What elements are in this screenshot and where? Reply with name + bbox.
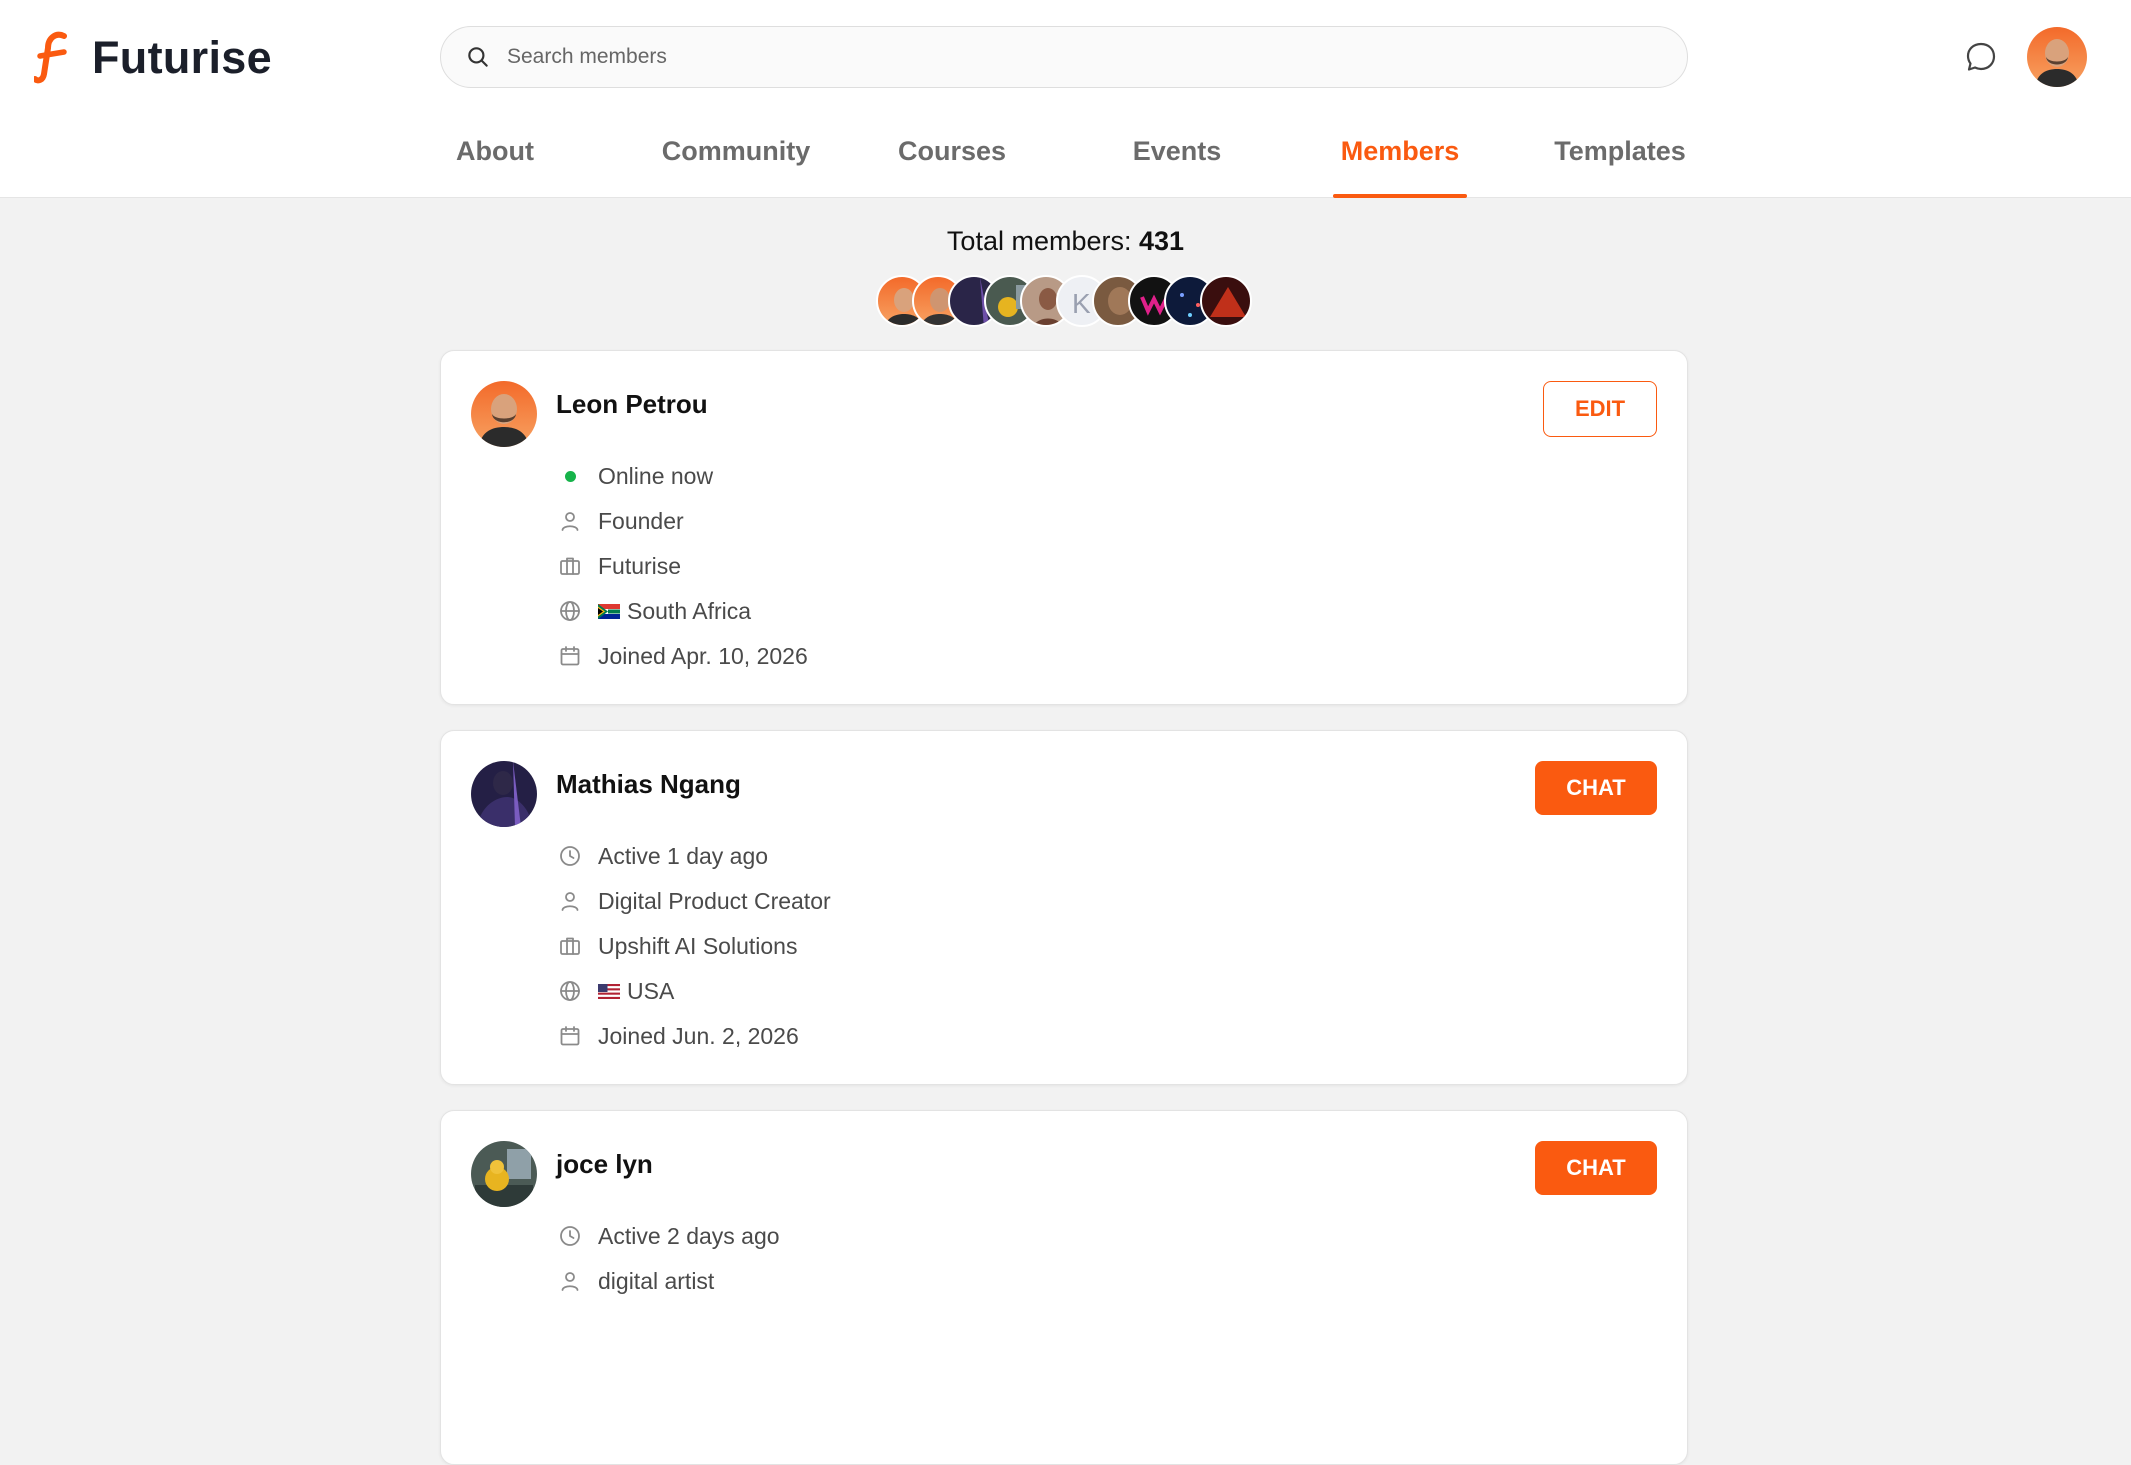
clock-icon bbox=[556, 842, 584, 870]
role-row: Digital Product Creator bbox=[556, 884, 831, 918]
joined-text: Joined Jun. 2, 2026 bbox=[598, 1022, 799, 1049]
chat-button[interactable]: CHAT bbox=[1535, 1141, 1657, 1195]
joined-row: Joined Apr. 10, 2026 bbox=[556, 639, 808, 673]
status-text: Online now bbox=[598, 462, 714, 489]
member-card: Leon Petrou EDIT Online now Founder Futu… bbox=[440, 350, 1688, 705]
role-text: digital artist bbox=[598, 1267, 715, 1294]
online-dot-icon bbox=[556, 462, 584, 490]
top-header: Futurise About Community Courses Events … bbox=[0, 0, 2131, 198]
avatar-image-icon bbox=[2027, 27, 2087, 87]
tab-label: Community bbox=[661, 136, 811, 166]
status-text: Active 1 day ago bbox=[598, 842, 769, 869]
tab-label: About bbox=[456, 136, 534, 166]
member-avatar[interactable] bbox=[471, 1141, 537, 1207]
status-row: Active 2 days ago bbox=[556, 1219, 780, 1253]
member-name[interactable]: Leon Petrou bbox=[556, 389, 708, 420]
tab-events[interactable]: Events bbox=[1124, 120, 1230, 198]
country-text: South Africa bbox=[627, 597, 752, 624]
role-text: Founder bbox=[598, 507, 684, 534]
country-text: USA bbox=[627, 977, 675, 1004]
member-avatar[interactable] bbox=[471, 381, 537, 447]
company-text: Upshift AI Solutions bbox=[598, 932, 798, 959]
main-tabs: About Community Courses Events Members T… bbox=[440, 120, 1688, 198]
total-members-label: Total members: bbox=[946, 226, 1132, 256]
tab-community[interactable]: Community bbox=[648, 120, 824, 198]
company-text: Futurise bbox=[598, 552, 682, 579]
search-input[interactable] bbox=[507, 45, 1607, 69]
member-avatar[interactable] bbox=[471, 761, 537, 827]
company-row: Upshift AI Solutions bbox=[556, 929, 797, 963]
stack-avatar bbox=[1200, 275, 1252, 327]
person-icon bbox=[556, 887, 584, 915]
globe-icon bbox=[556, 597, 584, 625]
member-card: Mathias Ngang CHAT Active 1 day ago Digi… bbox=[440, 730, 1688, 1085]
calendar-icon bbox=[556, 642, 584, 670]
status-text: Active 2 days ago bbox=[598, 1222, 780, 1249]
avatar-image-icon bbox=[471, 381, 537, 447]
joined-text: Joined Apr. 10, 2026 bbox=[598, 642, 808, 669]
briefcase-icon bbox=[556, 932, 584, 960]
calendar-icon bbox=[556, 1022, 584, 1050]
tab-courses[interactable]: Courses bbox=[890, 120, 1014, 198]
role-text: Digital Product Creator bbox=[598, 887, 831, 914]
tab-label: Members bbox=[1340, 136, 1460, 166]
country-row: South Africa bbox=[556, 594, 751, 628]
avatar-image-icon bbox=[471, 1141, 537, 1207]
search-icon bbox=[468, 47, 488, 67]
member-name[interactable]: Mathias Ngang bbox=[556, 769, 741, 800]
south-africa-flag-icon bbox=[598, 603, 620, 619]
person-icon bbox=[556, 507, 584, 535]
globe-icon bbox=[556, 977, 584, 1005]
user-avatar[interactable] bbox=[2027, 27, 2087, 87]
person-icon bbox=[556, 1267, 584, 1295]
member-card: joce lyn CHAT Active 2 days ago digital … bbox=[440, 1110, 1688, 1465]
chat-bubble-icon[interactable] bbox=[1964, 40, 1998, 74]
total-members: Total members: 431 bbox=[0, 226, 2131, 257]
briefcase-icon bbox=[556, 552, 584, 580]
status-row: Active 1 day ago bbox=[556, 839, 768, 873]
member-name[interactable]: joce lyn bbox=[556, 1149, 653, 1180]
company-row: Futurise bbox=[556, 549, 681, 583]
tab-label: Events bbox=[1132, 136, 1222, 166]
tab-label: Courses bbox=[897, 136, 1007, 166]
search-bar[interactable] bbox=[440, 26, 1688, 88]
clock-icon bbox=[556, 1222, 584, 1250]
brand-name: Futurise bbox=[92, 32, 272, 83]
status-row: Online now bbox=[556, 459, 713, 493]
brand-logo[interactable]: Futurise bbox=[34, 30, 272, 86]
chat-button[interactable]: CHAT bbox=[1535, 761, 1657, 815]
joined-row: Joined Jun. 2, 2026 bbox=[556, 1019, 799, 1053]
tab-templates[interactable]: Templates bbox=[1552, 120, 1688, 198]
tab-about[interactable]: About bbox=[440, 120, 550, 198]
role-row: digital artist bbox=[556, 1264, 714, 1298]
member-avatar-stack[interactable]: K bbox=[876, 275, 1256, 327]
logo-icon bbox=[34, 31, 67, 84]
country-row: USA bbox=[556, 974, 674, 1008]
usa-flag-icon bbox=[598, 983, 620, 999]
svg-text:K: K bbox=[1072, 288, 1091, 319]
tab-label: Templates bbox=[1554, 136, 1686, 166]
tab-members[interactable]: Members bbox=[1333, 120, 1467, 198]
edit-button[interactable]: EDIT bbox=[1543, 381, 1657, 437]
total-members-count: 431 bbox=[1139, 226, 1185, 256]
role-row: Founder bbox=[556, 504, 684, 538]
avatar-image-icon bbox=[471, 761, 537, 827]
